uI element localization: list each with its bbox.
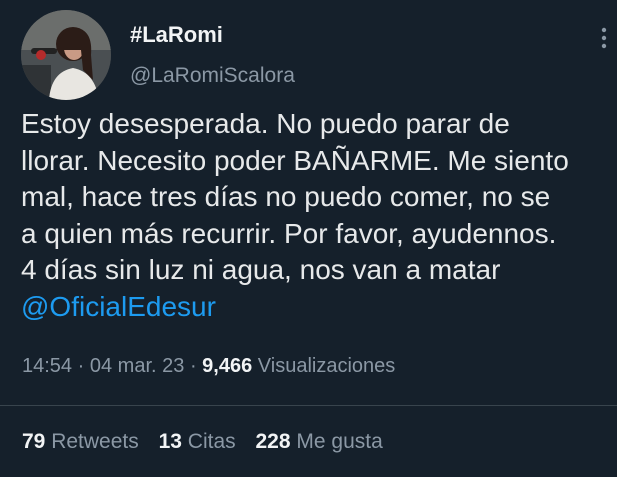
- meta-separator: ·: [77, 355, 85, 377]
- quotes-stat[interactable]: 13 Citas: [159, 430, 236, 453]
- retweets-stat[interactable]: 79 Retweets: [22, 430, 139, 453]
- avatar-image: [21, 10, 111, 100]
- meta-separator: ·: [189, 355, 197, 377]
- mention-link[interactable]: @OficialEdesur: [21, 289, 613, 326]
- display-name[interactable]: #LaRomi: [130, 22, 223, 48]
- tweet-meta: 14:54 · 04 mar. 23 · 9,466 Visualizacion…: [22, 355, 395, 378]
- engagement-stats: 79 Retweets 13 Citas 228 Me gusta: [22, 430, 397, 454]
- user-handle[interactable]: @LaRomiScalora: [130, 64, 295, 88]
- divider: [0, 405, 617, 406]
- quotes-count: 13: [158, 430, 182, 453]
- tweet-line: 4 días sin luz ni agua, nos van a matar: [21, 254, 501, 285]
- likes-label: Me gusta: [296, 430, 383, 453]
- tweet-line: llorar. Necesito poder BAÑARME. Me sient…: [21, 144, 569, 176]
- tweet-time[interactable]: 14:54: [22, 355, 72, 377]
- likes-stat[interactable]: 228 Me gusta: [256, 430, 383, 453]
- avatar[interactable]: [21, 10, 111, 100]
- retweets-label: Retweets: [51, 430, 139, 453]
- quotes-label: Citas: [187, 430, 236, 453]
- tweet-date[interactable]: 04 mar. 23: [90, 355, 185, 377]
- retweets-count: 79: [22, 430, 46, 453]
- tweet-line: mal, hace tres días no puedo comer, no s…: [21, 181, 551, 212]
- more-vertical-icon[interactable]: [596, 24, 612, 52]
- views-count: 9,466: [202, 355, 253, 377]
- views-label: Visualizaciones: [257, 355, 396, 377]
- likes-count: 228: [255, 430, 291, 453]
- tweet-line: Estoy desesperada. No puedo parar de: [21, 108, 510, 139]
- tweet-text: Estoy desesperada. No puedo parar de llo…: [21, 106, 613, 325]
- tweet-line: a quien más recurrir. Por favor, ayudenn…: [21, 217, 557, 249]
